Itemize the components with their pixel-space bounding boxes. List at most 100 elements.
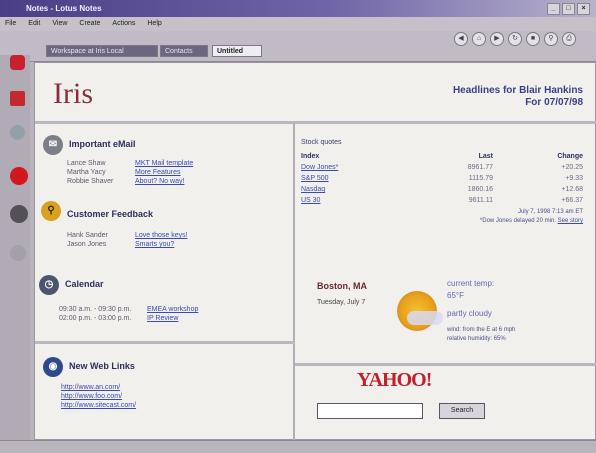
right-divider [295, 363, 596, 366]
contacts-bookmark-icon[interactable] [10, 125, 25, 140]
stock-header-row: Index Last Change [301, 153, 585, 164]
maximize-button[interactable]: □ [562, 3, 575, 15]
globe-icon: ◉ [43, 357, 63, 377]
menu-create[interactable]: Create [79, 17, 100, 31]
yahoo-logo: YAHOO! [357, 369, 432, 391]
email-from: Martha Yacy [67, 169, 106, 176]
search-icon[interactable]: ⚲ [544, 32, 558, 46]
stock-last: 1115.79 [468, 175, 493, 182]
database-bookmark-icon[interactable] [10, 245, 26, 261]
email-subject-link[interactable]: MKT Mail template [135, 159, 193, 168]
stocks-title: Stock quotes [301, 139, 342, 146]
email-from: Robbie Shaver [67, 178, 114, 185]
magnifier-icon: ⚲ [41, 201, 61, 221]
stock-row: US 30 9611.11 +66.37 [301, 197, 585, 208]
calendar-event-link[interactable]: EMEA workshop [147, 305, 198, 314]
email-subject-link[interactable]: About? No way! [135, 177, 184, 186]
weather-date: Tuesday, July 7 [317, 299, 366, 306]
calendar-section-title: Calendar [65, 279, 104, 289]
window-controls: _ □ × [547, 3, 590, 15]
stock-index-link[interactable]: S&P 500 [301, 175, 329, 182]
stock-last: 8961.77 [467, 164, 493, 171]
headline-user: Headlines for Blair Hankins [452, 85, 583, 96]
tab-contacts[interactable]: Contacts [160, 45, 208, 57]
stock-change: +20.25 [561, 164, 583, 171]
stock-change: +12.68 [561, 186, 583, 193]
stock-row: S&P 500 1115.79 +9.33 [301, 175, 585, 186]
calendar-time: 09:30 a.m. - 09:30 p.m. [59, 306, 132, 313]
weather-city: Boston, MA [317, 281, 367, 291]
search-input[interactable] [317, 403, 423, 419]
calendar-time: 02:00 p.m. - 03:00 p.m. [59, 315, 132, 322]
minimize-button[interactable]: _ [547, 3, 560, 15]
window-title: Notes - Lotus Notes [26, 4, 102, 13]
weblinks-section-title: New Web Links [69, 361, 135, 371]
calendar-bookmark-icon[interactable] [10, 91, 25, 106]
menu-edit[interactable]: Edit [28, 17, 40, 31]
weather-condition: partly cloudy [447, 309, 492, 318]
left-divider [35, 341, 295, 344]
email-subject-link[interactable]: More Features [135, 168, 181, 177]
menu-view[interactable]: View [52, 17, 67, 31]
menu-help[interactable]: Help [147, 17, 161, 31]
navigation-toolbar: ◀ ⌂ ▶ ↻ ■ ⚲ ⎙ [454, 32, 576, 46]
todo-bookmark-icon[interactable] [10, 167, 28, 185]
tab-untitled[interactable]: Untitled [212, 45, 262, 57]
window-titlebar: Notes - Lotus Notes _ □ × [0, 0, 596, 17]
bookmark-bar [0, 55, 30, 445]
stop-icon[interactable]: ■ [526, 32, 540, 46]
back-icon[interactable]: ◀ [454, 32, 468, 46]
calendar-event-link[interactable]: IP Review [147, 314, 178, 323]
email-from: Lance Shaw [67, 160, 106, 167]
header-divider [35, 121, 596, 124]
index-header: Index [301, 153, 320, 160]
menu-file[interactable]: File [5, 17, 16, 31]
feedback-from: Hank Sander [67, 232, 108, 239]
forward-icon[interactable]: ▶ [490, 32, 504, 46]
column-divider [293, 123, 295, 441]
stock-last: 9611.11 [468, 197, 493, 204]
headline-date: For 07/07/98 [525, 97, 583, 108]
feedback-link[interactable]: Smarts you? [135, 240, 174, 249]
refresh-icon[interactable]: ↻ [508, 32, 522, 46]
close-button[interactable]: × [577, 3, 590, 15]
feedback-link[interactable]: Love those keys! [135, 231, 188, 240]
stock-index-link[interactable]: US 30 [301, 197, 320, 204]
headlines-page: Iris Headlines for Blair Hankins For 07/… [34, 62, 596, 441]
stock-index-link[interactable]: Nasdaq [301, 186, 325, 193]
cloud-icon [407, 311, 443, 325]
stocks-disclaimer: *Dow Jones delayed 20 min. See story [480, 218, 583, 224]
email-section-title: Important eMail [69, 139, 136, 149]
current-temp-label: current temp: [447, 279, 495, 288]
stock-last: 1860.16 [467, 186, 493, 193]
weather-humidity: relative humidity: 65% [447, 336, 506, 342]
see-story-link[interactable]: See story [558, 218, 583, 224]
weblink[interactable]: http://www.an.com/ [61, 383, 120, 392]
current-temp: 65°F [447, 291, 464, 300]
status-bar [0, 440, 596, 453]
home-icon[interactable]: ⌂ [472, 32, 486, 46]
headline: Headlines for Blair Hankins For 07/07/98 [453, 85, 583, 109]
stock-change: +66.37 [561, 197, 583, 204]
mail-bookmark-icon[interactable] [10, 55, 25, 70]
menu-actions[interactable]: Actions [112, 17, 135, 31]
feedback-section-title: Customer Feedback [67, 209, 154, 219]
print-icon[interactable]: ⎙ [562, 32, 576, 46]
stock-row: Dow Jones* 8961.77 +20.25 [301, 164, 585, 175]
search-button[interactable]: Search [439, 403, 485, 419]
stock-change: +9.33 [565, 175, 583, 182]
tab-workspace[interactable]: Workspace at Iris Local [46, 45, 158, 57]
stocks-timestamp: July 7, 1998 7:13 am ET [517, 209, 583, 215]
feedback-from: Jason Jones [67, 241, 107, 248]
weblink[interactable]: http://www.sitecast.com/ [61, 401, 136, 410]
stock-row: Nasdaq 1860.16 +12.68 [301, 186, 585, 197]
stock-index-link[interactable]: Dow Jones* [301, 164, 338, 171]
menu-bar: File Edit View Create Actions Help [0, 17, 596, 31]
stock-table: Index Last Change Dow Jones* 8961.77 +20… [301, 153, 585, 208]
mail-icon: ✉ [43, 135, 63, 155]
weblink[interactable]: http://www.foo.com/ [61, 392, 122, 401]
change-header: Change [557, 153, 583, 160]
replicator-bookmark-icon[interactable] [10, 205, 28, 223]
weather-wind: wind: from the E at 6 mph [447, 327, 516, 333]
delay-note: *Dow Jones delayed 20 min. [479, 218, 556, 224]
